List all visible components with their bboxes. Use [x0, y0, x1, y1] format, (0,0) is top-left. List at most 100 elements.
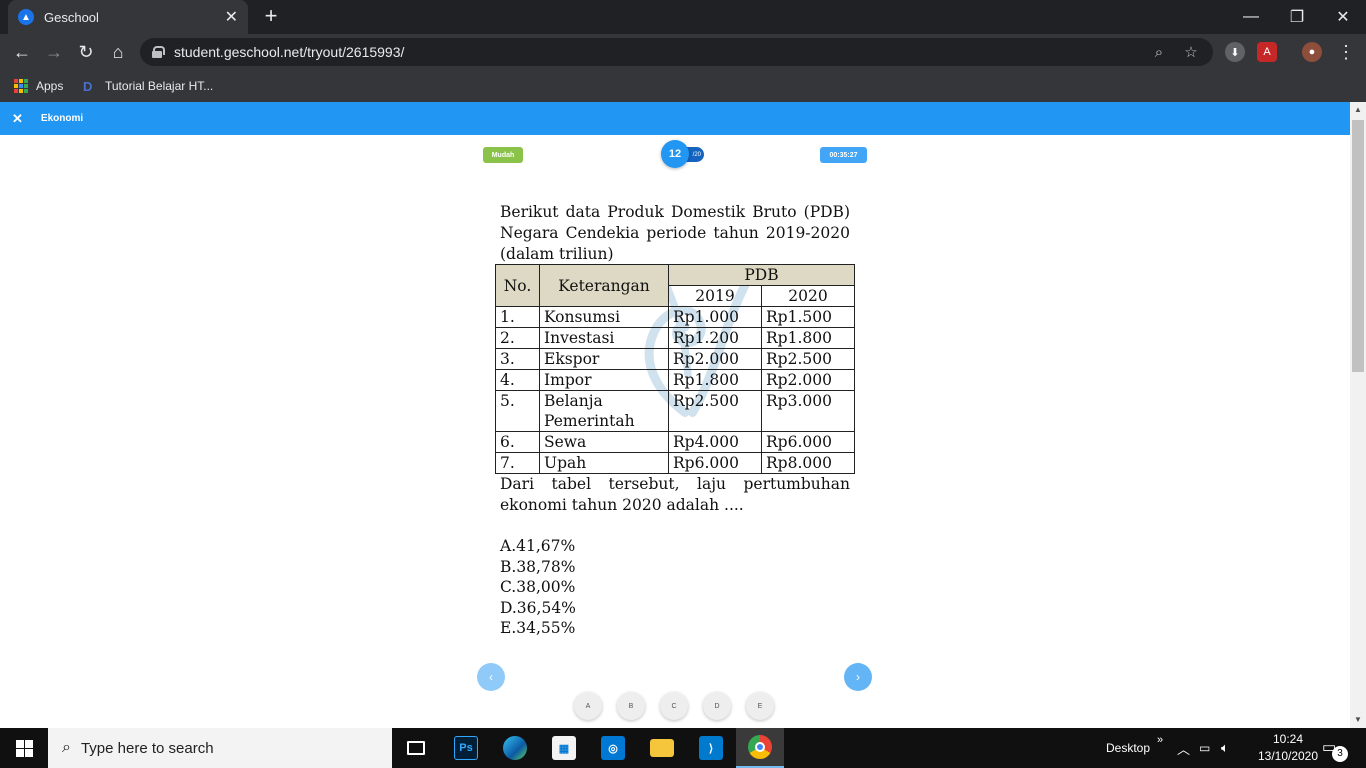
- pdf-extension-icon[interactable]: A: [1257, 42, 1277, 62]
- address-bar[interactable]: student.geschool.net/tryout/2615993/ ⌕ ☆: [140, 38, 1213, 66]
- row-no: 1.: [495, 306, 540, 329]
- table-row: 7. Upah Rp6.000 Rp8.000: [495, 452, 855, 475]
- timer-badge: 00:35:27: [820, 147, 867, 163]
- table-row: 1. Konsumsi Rp1.000 Rp1.500: [495, 306, 855, 329]
- window-close-icon[interactable]: ✕: [1320, 0, 1366, 34]
- task-view-icon: [407, 741, 425, 755]
- scroll-down-icon[interactable]: ▼: [1350, 712, 1366, 728]
- vscode-icon: ⟩: [699, 736, 723, 760]
- instagram-taskbar-app[interactable]: ◎: [589, 728, 637, 768]
- chrome-taskbar-app[interactable]: [736, 728, 784, 768]
- store-bag-icon: ▦: [552, 736, 576, 760]
- desktop-label: Desktop: [1106, 741, 1151, 755]
- tray-chevron-up-icon[interactable]: ︿: [1177, 728, 1190, 768]
- tab-close-icon[interactable]: ✕: [225, 7, 238, 27]
- question-intro: Berikut data Produk Domestik Bruto (PDB)…: [500, 203, 850, 263]
- bookmark-star-icon[interactable]: ☆: [1181, 43, 1201, 61]
- table-row: 5. Belanja Pemerintah Rp2.500 Rp3.000: [495, 390, 855, 433]
- battery-icon[interactable]: ▭: [1199, 728, 1210, 768]
- header-2019: 2019: [668, 285, 762, 308]
- photoshop-taskbar-app[interactable]: Ps: [442, 728, 490, 768]
- close-exam-icon[interactable]: ✕: [12, 111, 23, 127]
- app-header-bar: ✕ Ekonomi: [0, 102, 1350, 135]
- search-placeholder: Type here to search: [80, 739, 214, 757]
- edge-taskbar-app[interactable]: [491, 728, 539, 768]
- photoshop-icon: Ps: [454, 736, 478, 760]
- answer-button-d[interactable]: D: [703, 692, 731, 720]
- start-button[interactable]: [0, 728, 48, 768]
- table-row: 6. Sewa Rp4.000 Rp6.000: [495, 431, 855, 454]
- restore-icon[interactable]: ❐: [1274, 0, 1320, 34]
- forward-arrow-icon[interactable]: →: [42, 40, 66, 64]
- back-arrow-icon[interactable]: ←: [10, 40, 34, 64]
- profile-avatar[interactable]: ●: [1302, 42, 1322, 62]
- row-2020: Rp2.000: [761, 369, 855, 392]
- vscode-taskbar-app[interactable]: ⟩: [687, 728, 735, 768]
- scroll-up-icon[interactable]: ▲: [1350, 102, 1366, 118]
- notification-count-badge: 3: [1332, 746, 1348, 762]
- zoom-magnifier-icon[interactable]: ⌕: [1149, 44, 1169, 61]
- row-no: 2.: [495, 327, 540, 350]
- home-icon[interactable]: ⌂: [106, 40, 130, 64]
- row-2019: Rp1.800: [668, 369, 762, 392]
- bookmark-label: Tutorial Belajar HT...: [105, 79, 214, 93]
- tutorial-site-icon: D: [83, 78, 93, 94]
- new-tab-button[interactable]: +: [260, 5, 282, 27]
- geschool-favicon-icon: ▲: [18, 9, 34, 25]
- bookmark-tutorial[interactable]: D Tutorial Belajar HT...: [83, 77, 213, 95]
- file-explorer-taskbar-app[interactable]: [638, 728, 686, 768]
- difficulty-badge: Mudah: [483, 147, 523, 163]
- taskbar-clock[interactable]: 10:24 13/10/2020: [1256, 731, 1320, 765]
- toolbar-expand-icon[interactable]: »: [1157, 720, 1163, 760]
- header-no: No.: [495, 264, 540, 308]
- header-keterangan: Keterangan: [539, 264, 669, 308]
- bookmark-label: Apps: [36, 79, 64, 93]
- chrome-icon: [748, 735, 772, 759]
- row-keterangan: Belanja Pemerintah: [539, 390, 669, 433]
- download-extension-icon[interactable]: ⬇: [1225, 42, 1245, 62]
- choice-d: D.36,54%: [500, 598, 576, 617]
- page-scrollbar[interactable]: ▲ ▼: [1350, 102, 1366, 728]
- previous-question-button[interactable]: ‹: [477, 663, 505, 691]
- desktop-toolbar[interactable]: Desktop: [1106, 728, 1150, 768]
- volume-icon[interactable]: 🔈︎: [1221, 728, 1229, 768]
- question-prompt: Dari tabel tersebut, laju pertumbuhan ek…: [500, 475, 850, 515]
- next-question-button[interactable]: ›: [844, 663, 872, 691]
- url-text: student.geschool.net/tryout/2615993/: [174, 44, 405, 60]
- row-2020: Rp6.000: [761, 431, 855, 454]
- reload-icon[interactable]: ↻: [74, 40, 98, 64]
- scroll-thumb[interactable]: [1352, 120, 1364, 372]
- bookmark-apps[interactable]: Apps: [14, 77, 63, 95]
- tab-title: Geschool: [44, 9, 99, 25]
- browser-toolbar: ← → ↻ ⌂ student.geschool.net/tryout/2615…: [0, 34, 1366, 70]
- taskbar-search-box[interactable]: ⌕ Type here to search: [48, 728, 392, 768]
- instagram-icon: ◎: [601, 736, 625, 760]
- windows-logo-icon: [15, 739, 33, 757]
- row-keterangan: Ekspor: [539, 348, 669, 371]
- task-view-button[interactable]: [392, 728, 440, 768]
- row-2020: Rp8.000: [761, 452, 855, 475]
- store-taskbar-app[interactable]: ▦: [540, 728, 588, 768]
- subject-title: Ekonomi: [40, 113, 84, 124]
- row-keterangan: Investasi: [539, 327, 669, 350]
- menu-kebab-icon[interactable]: ⋮: [1334, 40, 1358, 64]
- answer-button-b[interactable]: B: [617, 692, 645, 720]
- answer-button-a[interactable]: A: [574, 692, 602, 720]
- row-keterangan: Upah: [539, 452, 669, 475]
- question-number-badge[interactable]: 12: [661, 140, 689, 168]
- clock-date: 13/10/2020: [1257, 749, 1319, 763]
- browser-tab[interactable]: ▲ Geschool ✕: [8, 0, 248, 34]
- row-2020: Rp2.500: [761, 348, 855, 371]
- answer-button-e[interactable]: E: [746, 692, 774, 720]
- clock-time: 10:24: [1272, 732, 1304, 746]
- edge-icon: [503, 736, 527, 760]
- bookmarks-bar: Apps D Tutorial Belajar HT...: [0, 70, 1366, 102]
- table-row: 2. Investasi Rp1.200 Rp1.800: [495, 327, 855, 350]
- row-2019: Rp1.000: [668, 306, 762, 329]
- browser-tab-strip: ▲ Geschool ✕ + — ❐ ✕: [0, 0, 1366, 34]
- table-row: 3. Ekspor Rp2.000 Rp2.500: [495, 348, 855, 371]
- question-body: Berikut data Produk Domestik Bruto (PDB)…: [495, 202, 855, 639]
- row-2019: Rp2.500: [668, 390, 762, 433]
- answer-button-c[interactable]: C: [660, 692, 688, 720]
- minimize-icon[interactable]: —: [1228, 0, 1274, 34]
